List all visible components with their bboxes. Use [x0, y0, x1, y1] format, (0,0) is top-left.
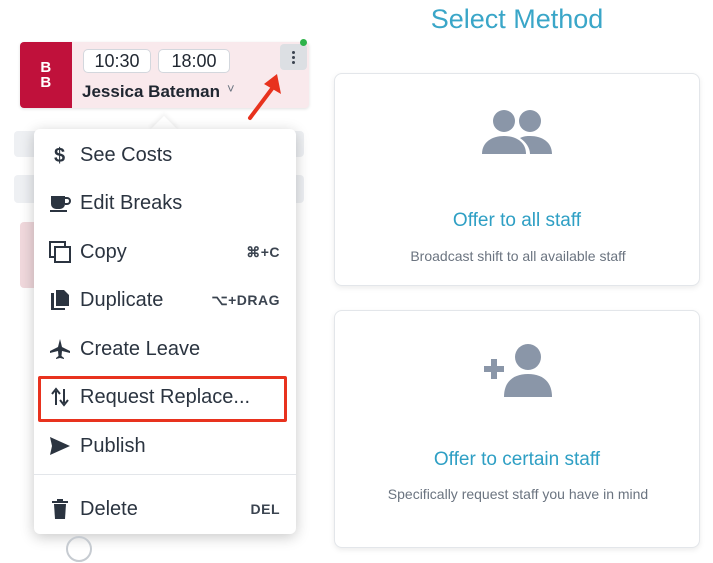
add-user-icon	[335, 343, 699, 399]
annotation-highlight-box	[38, 376, 287, 422]
menu-item-delete[interactable]: Delete DEL	[34, 489, 296, 529]
option-title: Offer to all staff	[452, 210, 582, 231]
status-dot	[300, 39, 307, 46]
menu-item-see-costs[interactable]: $ See Costs	[34, 135, 296, 175]
chevron-down-icon[interactable]: ˅	[227, 81, 235, 96]
avatar-initial: B	[40, 74, 52, 91]
duplicate-icon	[49, 289, 71, 311]
annotation-arrow-icon	[248, 74, 281, 120]
menu-item-label: Edit Breaks	[80, 192, 183, 214]
menu-item-label: See Costs	[80, 144, 173, 166]
svg-text:$: $	[54, 145, 65, 166]
menu-item-duplicate[interactable]: Duplicate ⌥+DRAG	[34, 280, 296, 320]
option-description: Broadcast shift to all available staff	[410, 248, 626, 264]
avatar: B B	[20, 42, 72, 108]
shortcut-hint: ⌥+DRAG	[211, 292, 280, 308]
menu-divider	[34, 474, 296, 475]
menu-item-label: Delete	[80, 498, 138, 520]
menu-item-label: Publish	[80, 435, 146, 457]
end-time[interactable]: 18:00	[158, 49, 230, 73]
coffee-cup-icon	[49, 192, 71, 214]
airplane-icon	[49, 338, 71, 360]
offer-all-staff-card[interactable]: Offer to all staff Broadcast shift to al…	[334, 73, 700, 286]
kebab-dot	[292, 55, 295, 59]
kebab-dot	[292, 60, 295, 64]
shift-card-edge	[20, 222, 34, 288]
offer-certain-staff-card[interactable]: Offer to certain staff Specifically requ…	[334, 310, 700, 548]
option-title: Offer to certain staff	[433, 449, 601, 470]
menu-item-edit-breaks[interactable]: Edit Breaks	[34, 183, 296, 223]
shortcut-hint: ⌘+C	[246, 244, 280, 260]
send-icon	[49, 435, 71, 457]
shift-context-menu: $ See Costs Edit Breaks Copy ⌘+C Duplica…	[34, 129, 296, 534]
avatar-initial: B	[40, 59, 52, 76]
start-time[interactable]: 10:30	[83, 49, 151, 73]
staff-name-dropdown[interactable]: Jessica Bateman	[82, 82, 220, 102]
page-title: Select Method	[430, 4, 604, 34]
option-description: Specifically request staff you have in m…	[387, 486, 649, 502]
more-options-button[interactable]	[280, 44, 307, 70]
menu-item-copy[interactable]: Copy ⌘+C	[34, 232, 296, 272]
menu-item-publish[interactable]: Publish	[34, 426, 296, 466]
menu-item-create-leave[interactable]: Create Leave	[34, 329, 296, 369]
menu-item-label: Duplicate	[80, 289, 164, 311]
kebab-dot	[292, 50, 295, 54]
trash-icon	[49, 498, 71, 520]
shortcut-hint: DEL	[250, 501, 280, 517]
users-group-icon	[335, 108, 699, 158]
menu-item-label: Create Leave	[80, 338, 201, 360]
partial-circle-icon	[66, 536, 92, 562]
dollar-icon: $	[49, 144, 71, 166]
copy-icon	[49, 241, 71, 263]
menu-item-label: Copy	[80, 241, 127, 263]
